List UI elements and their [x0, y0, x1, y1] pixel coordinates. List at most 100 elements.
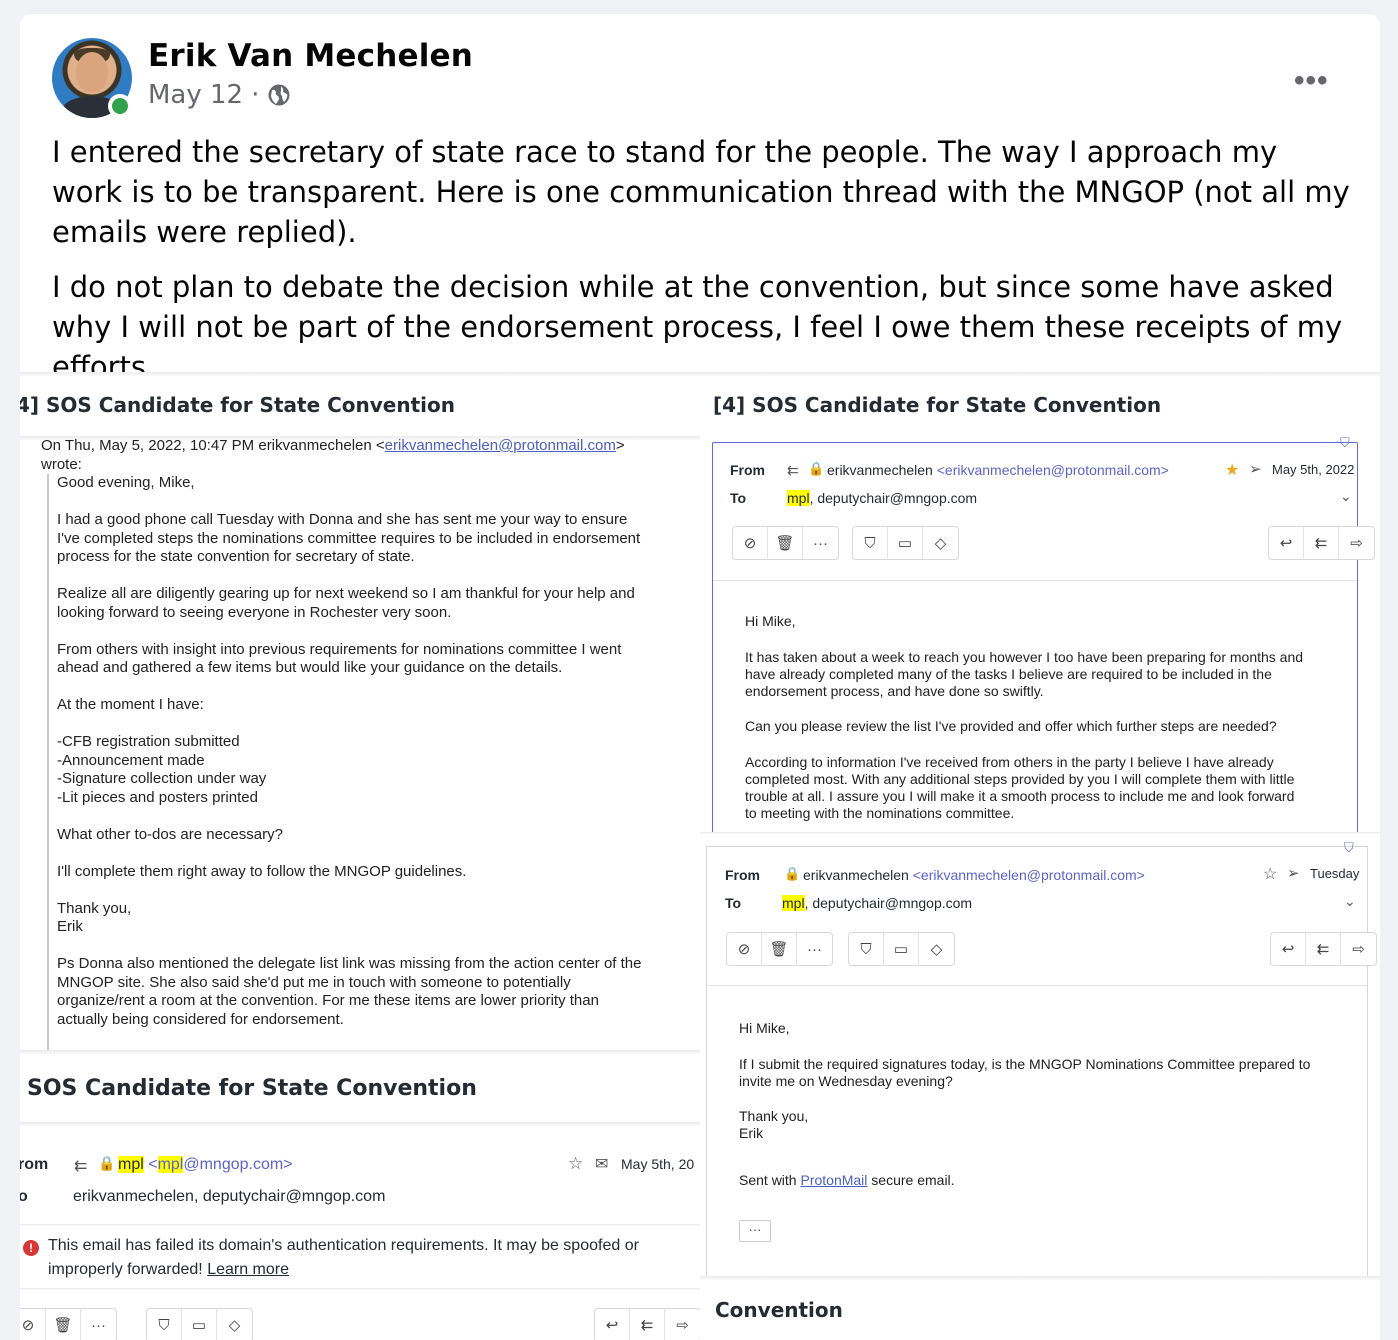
post-body: I entered the secretary of state race to…	[52, 132, 1352, 402]
body-line	[57, 937, 641, 956]
post-options-button[interactable]: •••	[1294, 64, 1329, 98]
body-line: Hi Mike,	[745, 613, 796, 629]
body-line: What other to-dos are necessary?	[57, 825, 283, 843]
body-line: Ps Donna also mentioned the delegate lis…	[57, 955, 642, 972]
label-icon[interactable]: ◇	[923, 527, 958, 559]
reply-icon[interactable]: ↩	[1271, 933, 1306, 965]
chevron-down-icon[interactable]: ⌄	[1340, 488, 1352, 505]
body-line	[57, 881, 641, 900]
from-value[interactable]: erikvanmechelen <erikvanmechelen@protonm…	[803, 867, 1145, 883]
actions-group: ⊘ 🗑 ···	[732, 526, 839, 560]
error-icon: !	[23, 1240, 39, 1256]
body-line	[57, 678, 641, 697]
folder-icon[interactable]: ▭	[884, 933, 919, 965]
filter-icon[interactable]: ⛉	[147, 1309, 182, 1340]
forward-icon[interactable]: ⇨	[665, 1309, 700, 1340]
mark-unread-icon[interactable]: ⊘	[20, 1309, 46, 1340]
email-date: May 5th, 20	[621, 1156, 695, 1172]
mark-unread-icon[interactable]: ⊘	[733, 527, 768, 559]
filter-icon[interactable]: ⛉	[849, 933, 884, 965]
online-status-indicator	[108, 94, 132, 118]
email-body: Hi Mike, If I submit the required signatu…	[739, 1020, 1310, 1179]
expand-quote-button[interactable]: ···	[739, 1220, 771, 1242]
label-icon[interactable]: ◇	[217, 1309, 252, 1340]
sender-email-link[interactable]: erikvanmechelen@protonmail.com	[385, 437, 616, 454]
star-filled-icon[interactable]: ★	[1225, 460, 1239, 480]
body-line: Thank you,	[57, 899, 132, 917]
learn-more-link[interactable]: Learn more	[207, 1261, 289, 1278]
reply-icon[interactable]: ↩	[1269, 527, 1304, 559]
body-line: According to information I've received f…	[745, 753, 1274, 770]
body-line: organize/rent a room at the convention. …	[57, 992, 599, 1009]
folder-icon[interactable]: ▭	[888, 527, 923, 559]
screenshot-second-followup[interactable]: ⛉ From To 🔒 erikvanmechelen <erikvanmech…	[700, 832, 1380, 1286]
body-line: trouble at all. I assure you I will make…	[745, 787, 1295, 804]
body-line	[57, 622, 641, 641]
email-subject: Convention	[715, 1298, 843, 1322]
reply-all-icon[interactable]: ⇇	[1306, 933, 1341, 965]
reply-all-icon[interactable]: ⇇	[630, 1309, 665, 1340]
from-value[interactable]: mpl <mpl@mngop.com>	[118, 1156, 293, 1174]
reply-group: ↩ ⇇ ⇨	[594, 1308, 700, 1340]
reply-icon[interactable]: ↩	[595, 1309, 630, 1340]
star-icon[interactable]: ☆	[1263, 864, 1277, 884]
trash-icon[interactable]: 🗑	[762, 933, 797, 965]
forward-icon[interactable]: ⇨	[1341, 933, 1376, 965]
email-date: May 5th, 2022	[1272, 462, 1355, 477]
filter-icon[interactable]: ⛉	[853, 527, 888, 559]
star-icon[interactable]: ☆	[568, 1154, 583, 1174]
actions-group: ⊘ 🗑 ···	[20, 1308, 117, 1340]
body-line: looking forward to seeing everyone in Ro…	[57, 603, 452, 621]
body-line: endorsement process, and have done so sw…	[745, 682, 1044, 699]
quote-bar	[47, 474, 49, 1050]
from-label: rom	[20, 1156, 49, 1173]
screenshot-reply-header[interactable]: SOS Candidate for State Convention rom o…	[20, 1050, 700, 1340]
body-line	[745, 735, 1303, 754]
post-card: Erik Van Mechelen May 12 · ••• I entered…	[20, 14, 1380, 1340]
from-value[interactable]: erikvanmechelen <erikvanmechelen@protonm…	[827, 462, 1169, 478]
screenshot-original-email[interactable]: 4] SOS Candidate for State Convention On…	[20, 372, 700, 1050]
forward-icon[interactable]: ⇨	[1339, 527, 1374, 559]
body-line: Hi Mike,	[739, 1020, 790, 1036]
email-body: Good evening, Mike, I had a good phone ca…	[57, 474, 641, 1050]
mark-unread-icon[interactable]: ⊘	[727, 933, 762, 965]
to-value[interactable]: mpl, deputychair@mngop.com	[787, 490, 977, 506]
trash-icon[interactable]: 🗑	[768, 527, 803, 559]
folder-icon[interactable]: ▭	[182, 1309, 217, 1340]
more-icon[interactable]: ···	[797, 933, 832, 965]
post-paragraph: I entered the secretary of state race to…	[52, 135, 1350, 249]
body-line	[57, 1029, 641, 1048]
body-line: completed most. With any additional step…	[745, 770, 1295, 787]
actions-group: ⊘ 🗑 ···	[726, 932, 833, 966]
trash-icon[interactable]: 🗑	[46, 1309, 81, 1340]
post-date[interactable]: May 12	[148, 80, 243, 110]
sent-icon: ➢	[1287, 865, 1300, 882]
more-icon[interactable]: ···	[81, 1309, 116, 1340]
screenshot-partial-thread[interactable]: Convention	[700, 1276, 1380, 1340]
body-line: Realize all are diligently gearing up fo…	[57, 585, 635, 602]
to-value[interactable]: erikvanmechelen, deputychair@mngop.com	[73, 1188, 385, 1206]
to-value[interactable]: mpl, deputychair@mngop.com	[782, 895, 972, 911]
reply-all-icon[interactable]: ⇇	[1304, 527, 1339, 559]
signature: Sent with ProtonMail secure email.	[739, 1172, 955, 1188]
chevron-down-icon[interactable]: ⌄	[1344, 893, 1356, 910]
body-line: Good evening, Mike,	[57, 474, 195, 491]
body-line	[745, 700, 1303, 719]
shield-icon: ⛉	[1344, 840, 1354, 855]
body-line: ahead and gathered a few items but would…	[57, 659, 563, 676]
body-line	[739, 1142, 1310, 1161]
post-author[interactable]: Erik Van Mechelen	[148, 38, 473, 74]
meta-separator: ·	[251, 80, 260, 110]
organize-group: ⛉ ▭ ◇	[852, 526, 959, 560]
lock-icon: 🔒	[784, 866, 801, 881]
body-line: process for the state convention for sec…	[57, 548, 415, 565]
from-label: From	[725, 867, 760, 883]
reply-group: ↩ ⇇ ⇨	[1270, 932, 1377, 966]
body-line: I'll complete them right away to follow …	[57, 862, 467, 880]
label-icon[interactable]: ◇	[919, 933, 954, 965]
screenshot-followup-email[interactable]: [4] SOS Candidate for State Convention ⛉…	[700, 372, 1380, 832]
organize-group: ⛉ ▭ ◇	[146, 1308, 253, 1340]
protonmail-link[interactable]: ProtonMail	[800, 1172, 867, 1188]
more-icon[interactable]: ···	[803, 527, 838, 559]
shield-icon: ⛉	[1340, 435, 1350, 450]
